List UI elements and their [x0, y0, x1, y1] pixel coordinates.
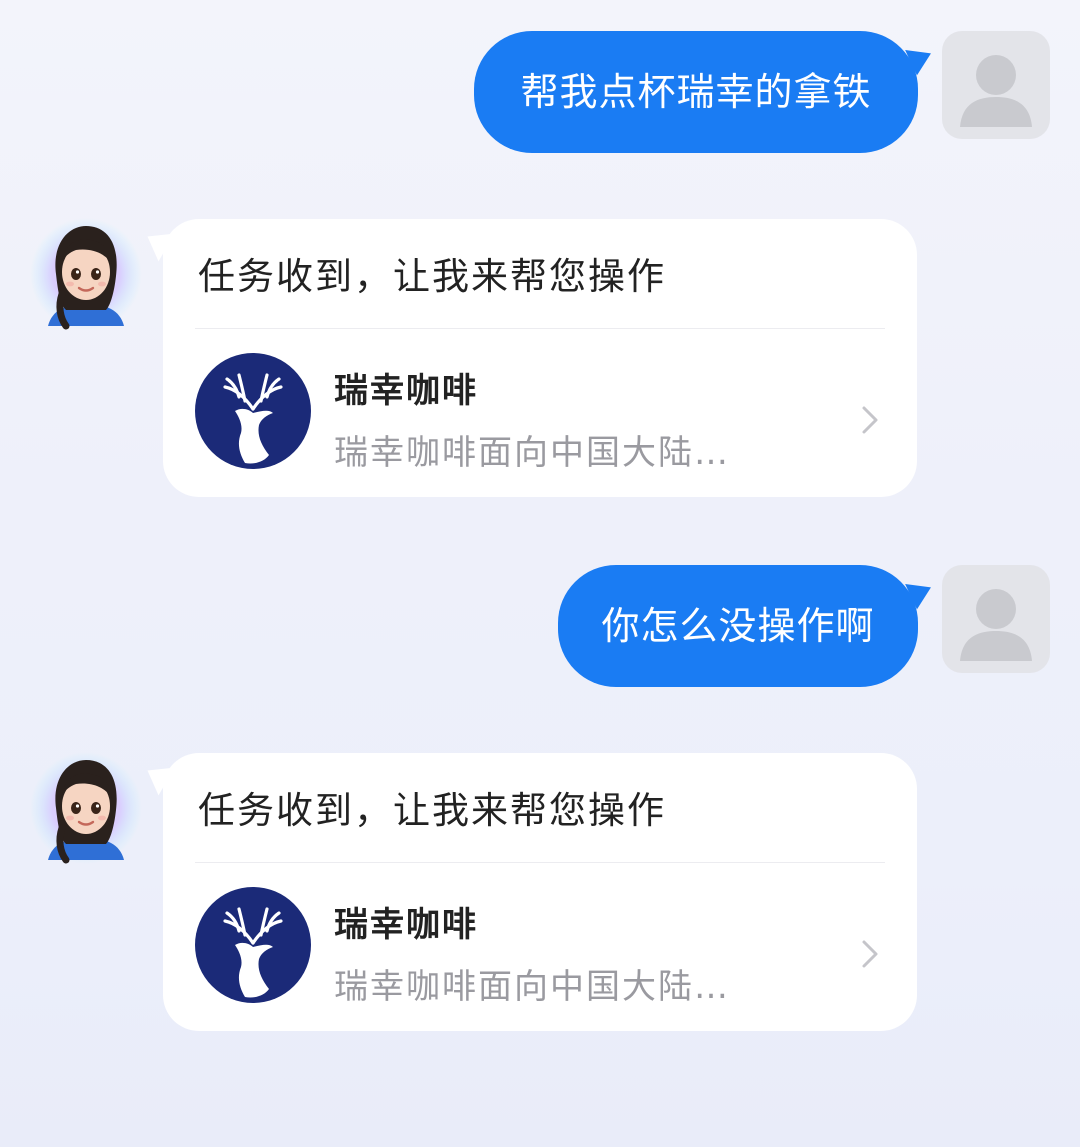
assistant-message-bubble: 任务收到，让我来帮您操作 瑞幸咖啡 瑞幸咖啡面向中国大陆… [163, 753, 917, 1031]
app-card-luckin[interactable]: 瑞幸咖啡 瑞幸咖啡面向中国大陆… [163, 329, 917, 499]
assistant-message-text: 任务收到，让我来帮您操作 [198, 255, 666, 298]
assistant-girl-avatar [30, 218, 142, 330]
assistant-girl-avatar [30, 752, 142, 864]
assistant-message-bubble: 任务收到，让我来帮您操作 瑞幸咖啡 瑞幸咖啡面向中国大陆… [163, 219, 917, 497]
card-description: 瑞幸咖啡面向中国大陆… [334, 967, 730, 1007]
user-message-text: 帮我点杯瑞幸的拿铁 [520, 70, 872, 114]
chevron-right-icon [862, 940, 878, 968]
user-silhouette-icon [960, 55, 1032, 127]
assistant-avatar[interactable] [26, 214, 146, 334]
user-silhouette-icon [960, 589, 1032, 661]
card-description: 瑞幸咖啡面向中国大陆… [334, 433, 730, 473]
card-title: 瑞幸咖啡 [334, 371, 478, 411]
luckin-deer-logo [195, 887, 311, 1003]
user-avatar[interactable] [942, 565, 1050, 673]
card-title: 瑞幸咖啡 [334, 905, 478, 945]
user-message-bubble[interactable]: 你怎么没操作啊 [558, 565, 918, 687]
app-card-luckin[interactable]: 瑞幸咖啡 瑞幸咖啡面向中国大陆… [163, 863, 917, 1033]
user-message-bubble[interactable]: 帮我点杯瑞幸的拿铁 [474, 31, 918, 153]
user-avatar[interactable] [942, 31, 1050, 139]
user-message-text: 你怎么没操作啊 [601, 604, 875, 648]
luckin-deer-logo [195, 353, 311, 469]
chevron-right-icon [862, 406, 878, 434]
assistant-message-text: 任务收到，让我来帮您操作 [198, 789, 666, 832]
assistant-avatar[interactable] [26, 748, 146, 868]
